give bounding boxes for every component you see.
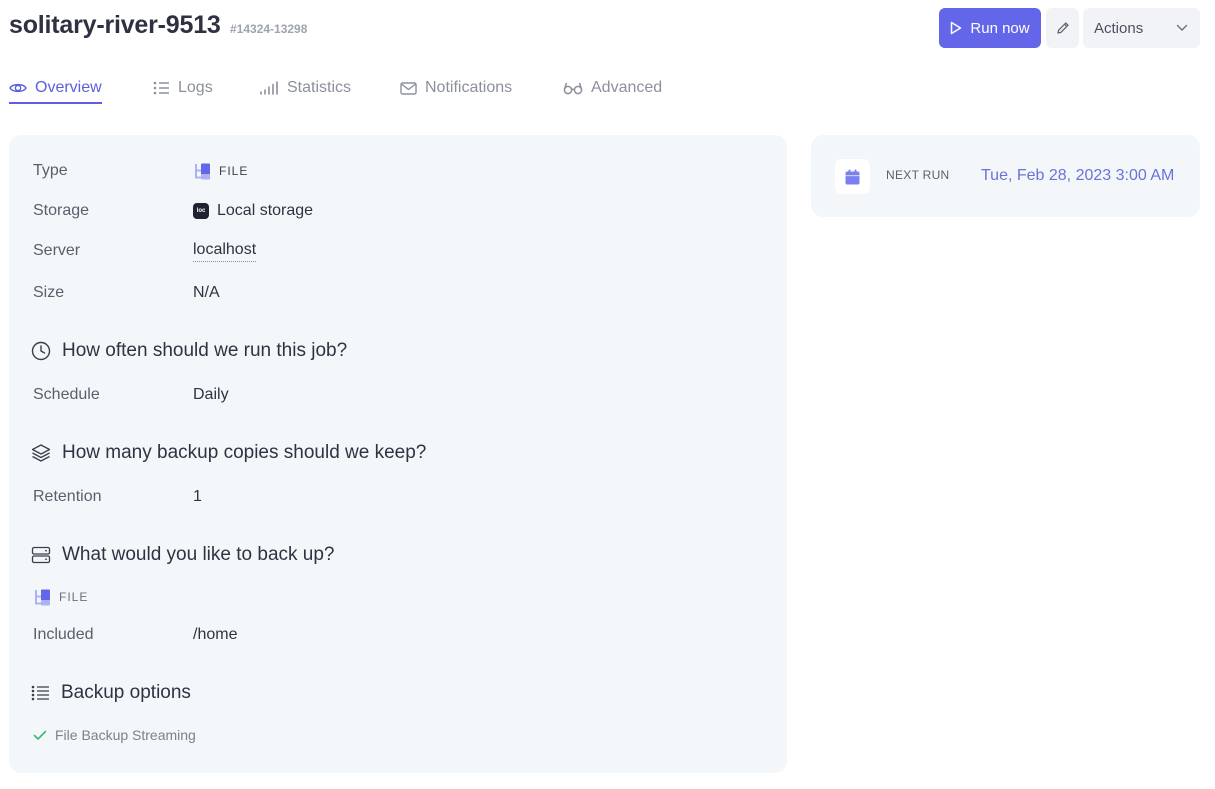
eye-icon: [9, 83, 27, 93]
schedule-row: Schedule Daily: [33, 383, 229, 407]
next-run-date: Tue, Feb 28, 2023 3:00 AM: [981, 167, 1175, 184]
storage-row: Storage loc Local storage: [33, 199, 313, 223]
file-tree-icon: [35, 589, 50, 605]
clock-icon: [31, 341, 51, 361]
check-icon: [33, 730, 47, 740]
storage-value: loc Local storage: [193, 202, 313, 220]
run-now-label: Run now: [970, 19, 1030, 37]
tab-advanced-label: Advanced: [591, 79, 663, 96]
schedule-heading: How often should we run this job?: [31, 338, 347, 364]
signal-bars-icon: [260, 81, 278, 95]
list-icon: [153, 81, 169, 95]
backup-type-row: FILE: [33, 585, 88, 609]
tab-logs[interactable]: Logs: [153, 74, 213, 102]
size-label: Size: [33, 284, 65, 301]
type-label: Type: [33, 162, 68, 179]
retention-label: Retention: [33, 488, 102, 505]
page-header: solitary-river-9513 #14324-13298 Run now…: [9, 8, 1200, 50]
backup-option-item: File Backup Streaming: [33, 725, 196, 745]
storage-name: Local storage: [217, 202, 314, 219]
included-row: Included /home: [33, 623, 237, 647]
tab-overview[interactable]: Overview: [9, 74, 102, 104]
server-link[interactable]: localhost: [193, 241, 257, 262]
retention-heading-text: How many backup copies should we keep?: [62, 442, 427, 463]
tab-notifications-label: Notifications: [425, 79, 513, 96]
local-storage-icon: loc: [193, 203, 209, 219]
storage-label: Storage: [33, 202, 90, 219]
backup-type-value: FILE: [33, 589, 88, 606]
backup-options-heading: Backup options: [31, 680, 191, 706]
schedule-label: Schedule: [33, 386, 100, 403]
server-icon: [31, 546, 51, 564]
included-label: Included: [33, 626, 94, 643]
backup-source-heading-text: What would you like to back up?: [62, 544, 335, 565]
tab-statistics[interactable]: Statistics: [260, 74, 351, 102]
tab-bar: Overview Logs Statistics Notifications A…: [9, 74, 709, 104]
size-row: Size N/A: [33, 281, 220, 305]
retention-row: Retention 1: [33, 485, 202, 509]
job-title: solitary-river-9513: [9, 11, 221, 39]
pencil-icon: [1056, 22, 1069, 34]
file-tree-icon: [195, 163, 210, 179]
backup-options-heading-text: Backup options: [61, 682, 191, 703]
layers-icon: [31, 444, 51, 462]
type-file-tag: FILE: [219, 164, 249, 178]
retention-heading: How many backup copies should we keep?: [31, 440, 426, 466]
size-value: N/A: [193, 284, 220, 301]
chevron-down-icon: [1176, 24, 1188, 31]
next-run-label: NEXT RUN: [886, 168, 950, 182]
included-path: /home: [193, 626, 238, 643]
actions-label: Actions: [1094, 19, 1144, 37]
type-value: FILE: [193, 163, 248, 180]
tab-notifications[interactable]: Notifications: [400, 74, 512, 102]
tab-logs-label: Logs: [178, 79, 213, 96]
type-row: Type FILE: [33, 159, 248, 183]
calendar-badge: [835, 159, 870, 194]
schedule-heading-text: How often should we run this job?: [62, 340, 348, 361]
retention-value: 1: [193, 488, 202, 505]
tab-overview-label: Overview: [35, 79, 102, 96]
server-label: Server: [33, 242, 81, 259]
backup-file-tag: FILE: [59, 590, 89, 604]
list-icon: [31, 685, 49, 701]
job-details-panel: Type FILE Storage loc Local storage Serv…: [9, 135, 787, 773]
job-id: #14324-13298: [230, 22, 308, 36]
tab-advanced[interactable]: Advanced: [563, 74, 662, 102]
schedule-value: Daily: [193, 386, 229, 403]
run-now-button[interactable]: Run now: [939, 8, 1041, 48]
tab-statistics-label: Statistics: [287, 79, 352, 96]
backup-option-label: File Backup Streaming: [55, 727, 196, 743]
envelope-icon: [400, 81, 417, 95]
glasses-icon: [563, 82, 583, 95]
calendar-icon: [845, 169, 860, 184]
actions-dropdown[interactable]: Actions: [1083, 8, 1200, 48]
server-row: Server localhost: [33, 239, 257, 263]
edit-button[interactable]: [1046, 8, 1079, 48]
backup-source-heading: What would you like to back up?: [31, 542, 335, 568]
play-icon: [951, 21, 962, 35]
next-run-card: NEXT RUN Tue, Feb 28, 2023 3:00 AM: [811, 135, 1200, 217]
